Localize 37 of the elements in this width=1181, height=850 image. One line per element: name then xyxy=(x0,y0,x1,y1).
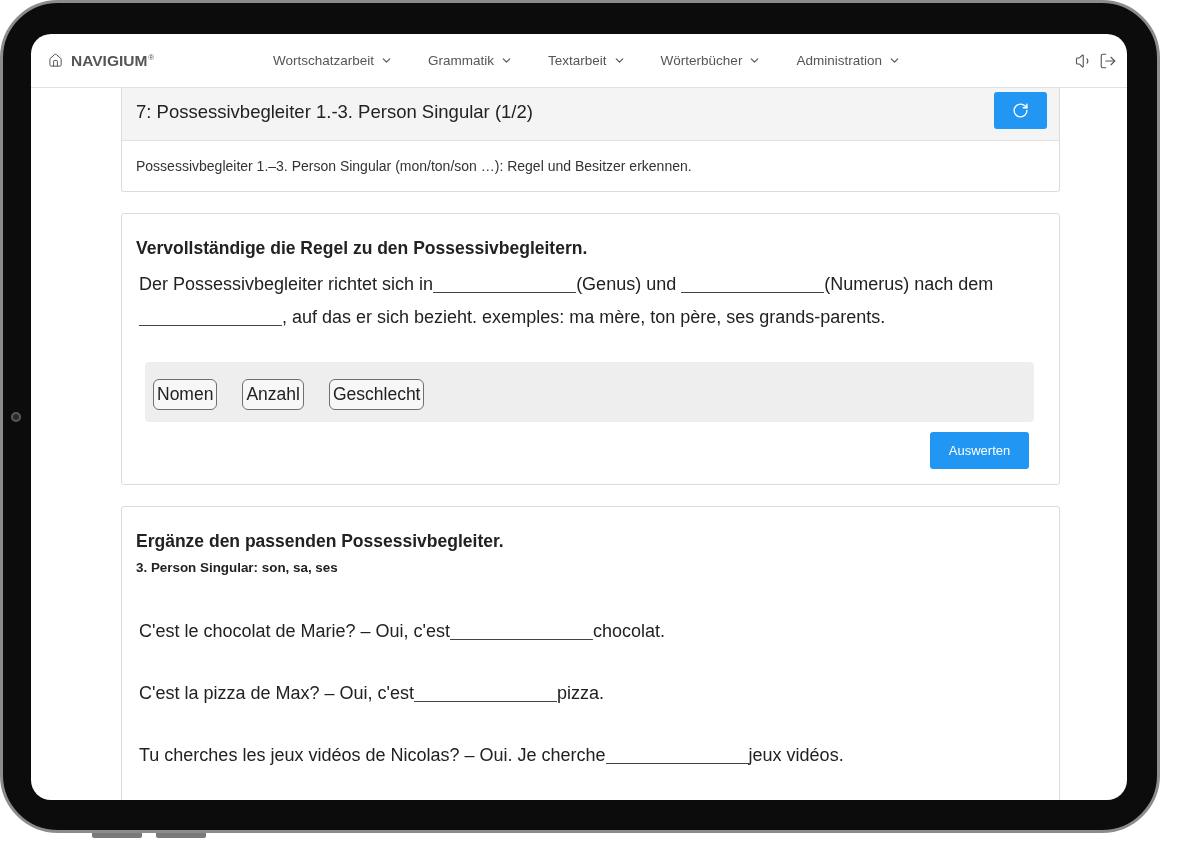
fill-in-line[interactable] xyxy=(139,325,282,326)
cloze-text: chocolat. xyxy=(593,621,666,641)
fill-in-line[interactable] xyxy=(433,292,577,293)
fill-in-line[interactable] xyxy=(414,701,557,702)
fill-in-line[interactable] xyxy=(605,763,749,764)
exercise-instruction: Ergänze den passenden Possessivbegleiter. xyxy=(136,532,504,551)
home-link[interactable]: NAVIGIUM$^{®}$ xyxy=(48,51,155,70)
logout-button[interactable] xyxy=(1099,51,1117,70)
cloze-text: Der Possessivbegleiter richtet sich in xyxy=(139,274,434,294)
exercise-instruction: Vervollständige die Regel zu den Possessivbegleitern. xyxy=(136,239,588,258)
cloze-text: , auf das er sich bezieht. exemples: ma mère, ton père, ses grands-parents. xyxy=(282,307,886,327)
cloze-text: (Genus) und xyxy=(576,274,678,294)
nav-menu-item[interactable]: Wortschatzarbeit xyxy=(273,53,394,68)
edge-bar xyxy=(92,833,142,838)
fill-in-line[interactable] xyxy=(450,639,594,640)
word-chip[interactable]: Nomen xyxy=(153,378,218,410)
cloze-text: Tu cherches les jeux vidéos de Nicolas? – Oui. Je cherche xyxy=(139,745,606,765)
nav-menu-item[interactable]: Administration xyxy=(796,53,901,68)
home-icon xyxy=(48,53,63,68)
lesson-title: 7: Possessivbegleiter 1.-3. Person Singular (1/2) xyxy=(136,101,533,123)
nav-menu-item[interactable]: Textarbeit xyxy=(548,53,626,68)
cloze-text: pizza. xyxy=(557,683,605,703)
logout-icon xyxy=(1099,51,1117,70)
exercise-hint: 3. Person Singular: son, sa, ses xyxy=(136,560,338,576)
cloze-text: jeux vidéos. xyxy=(748,745,844,765)
fill-in-line[interactable] xyxy=(681,292,825,293)
refresh-icon xyxy=(1012,102,1029,119)
cloze-text: C'est la pizza de Max? – Oui, c'est xyxy=(139,683,414,703)
nav-menu-item[interactable]: Wörterbücher xyxy=(660,53,762,68)
cloze-text: (Numerus) nach dem xyxy=(824,274,994,294)
word-chip[interactable]: Geschlecht xyxy=(328,378,425,410)
edge-bar xyxy=(156,833,206,838)
word-chip[interactable]: Anzahl xyxy=(242,378,304,410)
nav-menu-item[interactable]: Grammatik xyxy=(428,53,514,68)
cloze-text: C'est le chocolat de Marie? – Oui, c'est xyxy=(139,621,451,641)
lesson-description: Possessivbegleiter 1.–3. Person Singular (mon/ton/son …): Regel und Besitzer erkennen. xyxy=(136,158,692,174)
refresh-button[interactable] xyxy=(994,92,1047,129)
